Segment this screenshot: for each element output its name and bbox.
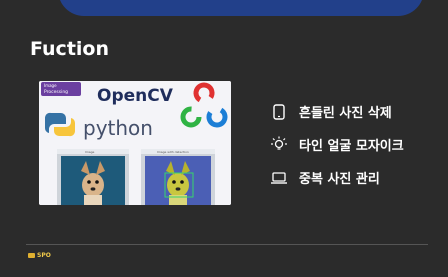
image-processing-badge: Image Processing (41, 82, 81, 96)
footer-label: SPO (37, 252, 51, 259)
detection-photo-window: Image with detection (141, 149, 215, 205)
feature-item-delete-blurry: 흔들린 사진 삭제 (270, 99, 440, 124)
folder-icon (28, 253, 35, 258)
laptop-icon (270, 169, 288, 187)
svg-text:Image: Image (44, 83, 57, 88)
lightbulb-icon (270, 136, 288, 154)
feature-item-duplicate-photos: 중복 사진 관리 (270, 165, 440, 190)
opencv-text: OpenCV (97, 86, 174, 106)
header-accent-shape (58, 0, 424, 16)
python-text: python (83, 116, 153, 140)
footer: SPO (28, 252, 51, 259)
svg-text:Image: Image (85, 150, 95, 154)
original-photo-window: Image (57, 149, 129, 205)
opencv-python-banner-image: Image Processing OpenCV python Image Ima… (39, 81, 231, 205)
feature-label: 흔들린 사진 삭제 (299, 106, 392, 121)
footer-divider (26, 244, 428, 245)
feature-label: 중복 사진 관리 (299, 172, 380, 187)
svg-text:Image with detection: Image with detection (157, 150, 189, 154)
svg-text:Processing: Processing (44, 89, 68, 95)
smartphone-icon (270, 103, 288, 121)
section-title: Fuction (30, 38, 109, 60)
feature-label: 타인 얼굴 모자이크 (299, 139, 404, 154)
feature-list: 흔들린 사진 삭제 타인 얼굴 모자이크 중복 사진 관리 (270, 99, 440, 198)
feature-item-face-mosaic: 타인 얼굴 모자이크 (270, 132, 440, 157)
